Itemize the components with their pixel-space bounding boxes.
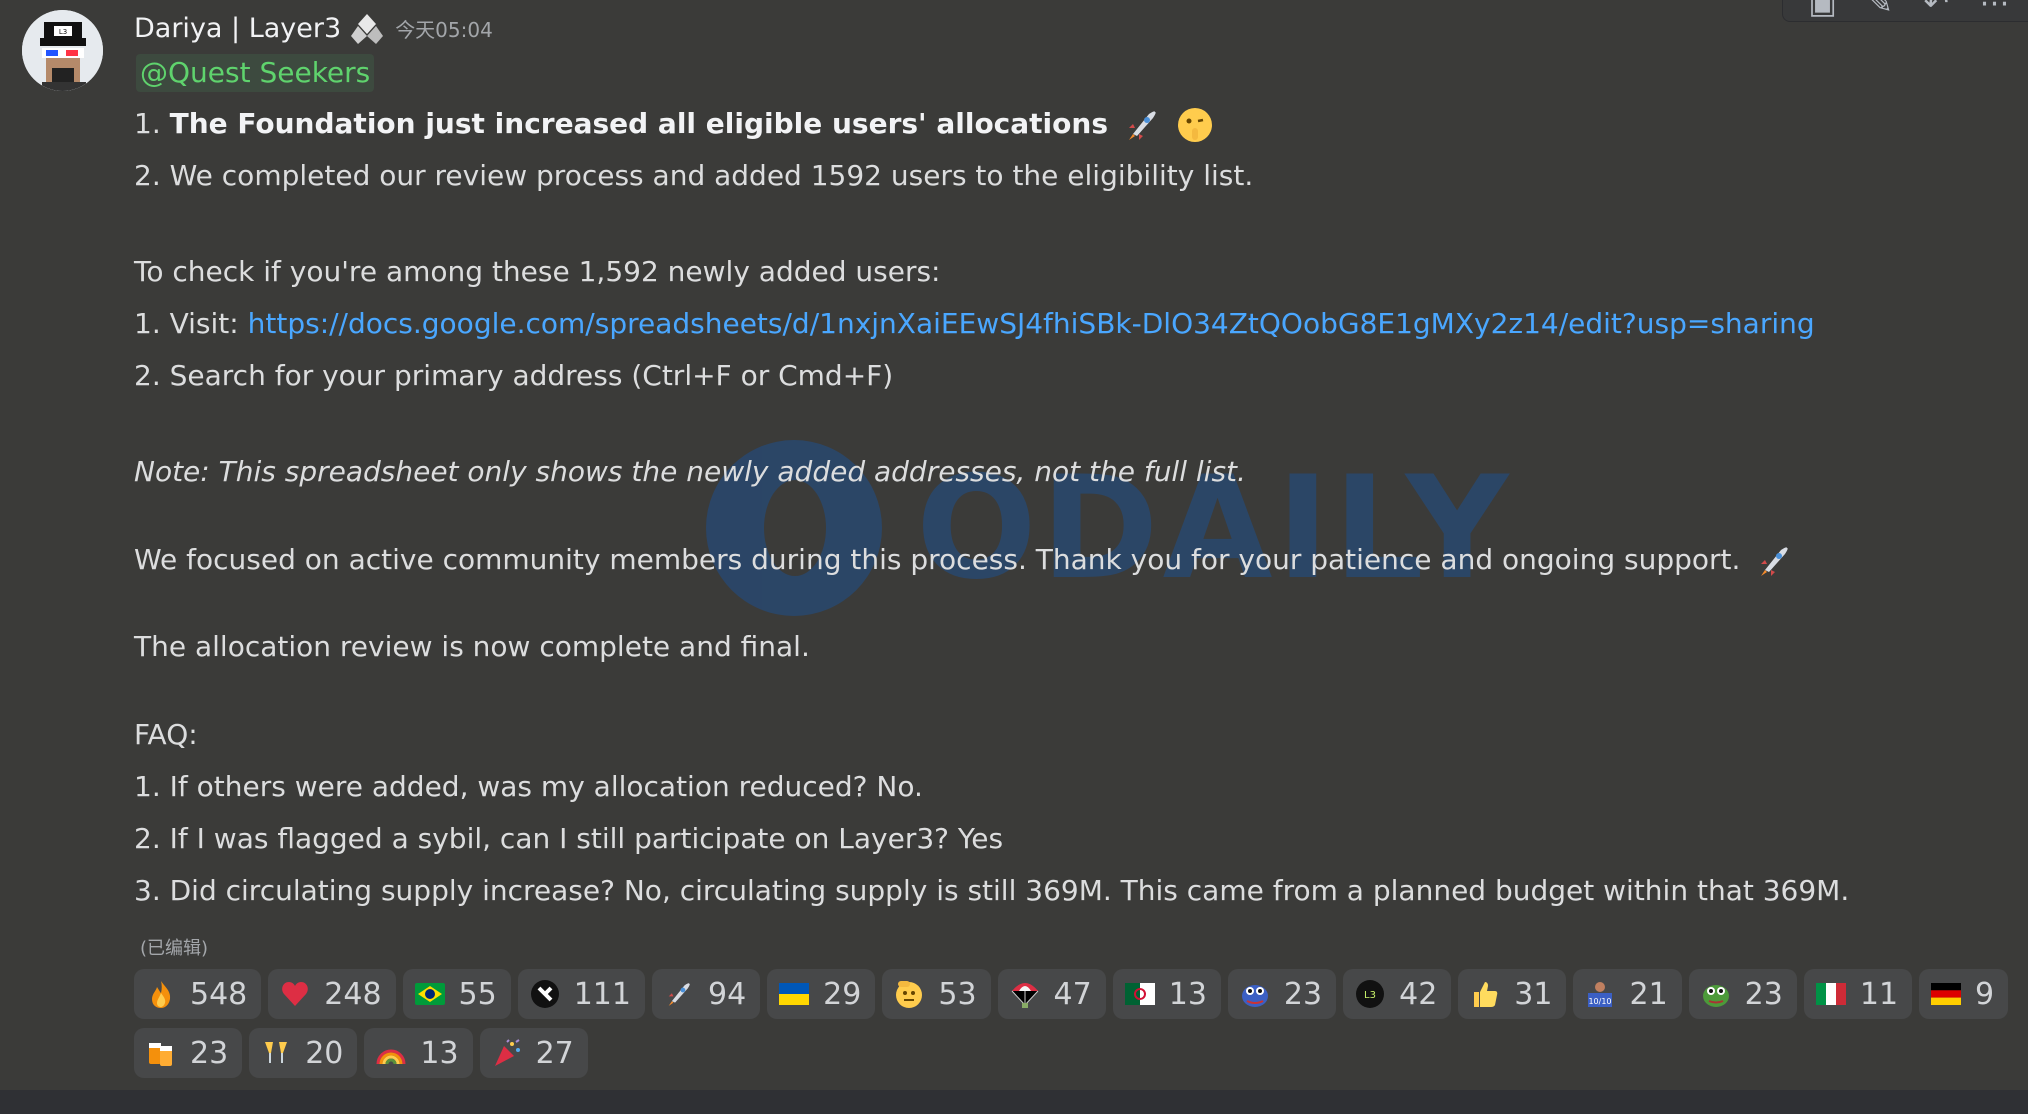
- message-hover-toolbar: ▣ ✎ ↶ ⋯: [1782, 0, 2028, 22]
- edit-icon[interactable]: ✎: [1868, 0, 1893, 19]
- reaction-count: 548: [190, 976, 248, 1012]
- reaction-ten-ten[interactable]: 10/10 21: [1573, 969, 1682, 1019]
- bottom-bar: [0, 1090, 2028, 1114]
- custom-logo-icon: [530, 979, 560, 1009]
- shushing-face-icon: [1177, 108, 1212, 142]
- ukraine-flag-icon: [779, 979, 810, 1009]
- layer3-logo-icon: L3: [1355, 979, 1385, 1009]
- reaction-count: 20: [305, 1035, 344, 1071]
- reaction-ukraine-flag[interactable]: 29: [767, 969, 876, 1019]
- faq-item-2: 2. If I was flagged a sybil, can I still…: [134, 822, 1004, 855]
- timestamp: 今天05:04: [395, 17, 493, 42]
- reaction-count: 53: [938, 976, 977, 1012]
- line-1-bold: The Foundation just increased all eligib…: [169, 107, 1108, 140]
- svg-text:L3: L3: [59, 28, 67, 36]
- edited-label: (已编辑): [140, 938, 209, 959]
- message-line-7: We focused on active community members d…: [134, 540, 1793, 580]
- algeria-flag-icon: [1124, 979, 1155, 1009]
- reaction-saluting-face[interactable]: 53: [882, 969, 991, 1019]
- italy-flag-icon: [1815, 979, 1846, 1009]
- reaction-count: 29: [823, 976, 862, 1012]
- beer-mugs-icon: [146, 1038, 176, 1068]
- party-popper-icon: [492, 1038, 522, 1068]
- ten-ten-icon: 10/10: [1585, 979, 1615, 1009]
- reaction-italy-flag[interactable]: 11: [1803, 969, 1913, 1019]
- message-line-5: 2. Search for your primary address (Ctrl…: [134, 359, 894, 392]
- reaction-count: 47: [1053, 976, 1092, 1012]
- reaction-count: 42: [1399, 976, 1438, 1012]
- pepe-icon: [1240, 979, 1270, 1009]
- reaction-algeria-flag[interactable]: 13: [1112, 969, 1221, 1019]
- reaction-rainbow[interactable]: 13: [364, 1028, 473, 1078]
- reaction-champagne-glasses[interactable]: 20: [249, 1028, 358, 1078]
- reaction-count: 94: [707, 976, 747, 1012]
- reaction-beer-mugs[interactable]: 23: [134, 1028, 243, 1078]
- spreadsheet-link[interactable]: https://docs.google.com/spreadsheets/d/1…: [248, 307, 1815, 340]
- more-icon[interactable]: ⋯: [1980, 0, 2010, 19]
- message-line-2: 2. We completed our review process and a…: [134, 159, 1254, 192]
- reaction-count: 13: [420, 1035, 459, 1071]
- reaction-red-heart[interactable]: 248: [268, 969, 396, 1019]
- svg-text:10/10: 10/10: [1589, 997, 1612, 1006]
- thumbs-up-icon: [1470, 979, 1500, 1009]
- reaction-count: 27: [535, 1035, 574, 1071]
- rocket-icon: [1761, 547, 1788, 576]
- message-line-8: The allocation review is now complete an…: [134, 630, 810, 663]
- message-line-3: To check if you're among these 1,592 new…: [134, 255, 941, 288]
- pepe-frog-icon: [1701, 979, 1731, 1009]
- reaction-count: 248: [324, 976, 382, 1012]
- reaction-parachute[interactable]: 47: [997, 969, 1106, 1019]
- line-7-text: We focused on active community members d…: [134, 543, 1741, 576]
- reaction-pepe-frog[interactable]: 23: [1688, 969, 1797, 1019]
- reaction-count: 111: [573, 976, 631, 1012]
- reactions-row-2: 23 20 13 27: [134, 1028, 588, 1078]
- line-4-prefix: 1. Visit:: [134, 307, 248, 340]
- message-line-1: 1. The Foundation just increased all eli…: [134, 104, 1214, 144]
- note-line: Note: This spreadsheet only shows the ne…: [134, 455, 1246, 488]
- rainbow-icon: [376, 1038, 406, 1068]
- reply-icon[interactable]: ↶: [1924, 0, 1949, 19]
- rocket-icon: [664, 979, 694, 1009]
- reaction-count: 23: [1744, 976, 1783, 1012]
- svg-text:L3: L3: [1364, 990, 1376, 1001]
- reactions-row-1: 548 248 55 111 94 29 53 47 13 23 L3 42 31 10/10 21 23 11…: [134, 969, 2009, 1019]
- reaction-count: 13: [1168, 976, 1207, 1012]
- reaction-count: 23: [190, 1035, 229, 1071]
- reaction-custom-logo[interactable]: 111: [517, 969, 645, 1019]
- line-1-prefix: 1.: [134, 107, 170, 140]
- reaction-count: 23: [1283, 976, 1323, 1012]
- faq-item-3: 3. Did circulating supply increase? No, …: [134, 874, 1850, 907]
- brazil-flag-icon: [414, 979, 445, 1009]
- fire-icon: [146, 979, 176, 1009]
- role-mention[interactable]: @Quest Seekers: [136, 54, 375, 92]
- champagne-glasses-icon: [261, 1038, 291, 1068]
- reaction-count: 21: [1629, 976, 1668, 1012]
- reaction-pepe[interactable]: 23: [1227, 969, 1337, 1019]
- parachute-icon: [1010, 979, 1040, 1009]
- reaction-fire[interactable]: 548: [134, 969, 262, 1019]
- role-badge-icon: [351, 14, 384, 44]
- reaction-brazil-flag[interactable]: 55: [402, 969, 511, 1019]
- reaction-party-popper[interactable]: 27: [479, 1028, 588, 1078]
- saluting-face-icon: [894, 979, 924, 1009]
- username[interactable]: Dariya | Layer3: [134, 13, 341, 44]
- reaction-rocket[interactable]: 94: [651, 969, 761, 1019]
- reaction-layer3-logo[interactable]: L3 42: [1343, 969, 1452, 1019]
- faq-heading: FAQ:: [134, 718, 198, 751]
- message-header: Dariya | Layer3 今天05:04: [134, 8, 493, 48]
- message-line-4: 1. Visit: https://docs.google.com/spread…: [134, 304, 1815, 344]
- germany-flag-icon: [1931, 979, 1962, 1009]
- avatar[interactable]: L3: [22, 10, 103, 91]
- reaction-count: 9: [1975, 976, 1995, 1012]
- reaction-thumbs-up[interactable]: 31: [1458, 969, 1567, 1019]
- reaction-germany-flag[interactable]: 9: [1919, 969, 2009, 1019]
- apps-icon[interactable]: ▣: [1808, 0, 1836, 19]
- reaction-count: 31: [1514, 976, 1553, 1012]
- red-heart-icon: [280, 979, 310, 1009]
- faq-item-1: 1. If others were added, was my allocati…: [134, 770, 923, 803]
- reaction-count: 11: [1859, 976, 1899, 1012]
- rocket-icon: [1128, 111, 1156, 140]
- reaction-count: 55: [458, 976, 497, 1012]
